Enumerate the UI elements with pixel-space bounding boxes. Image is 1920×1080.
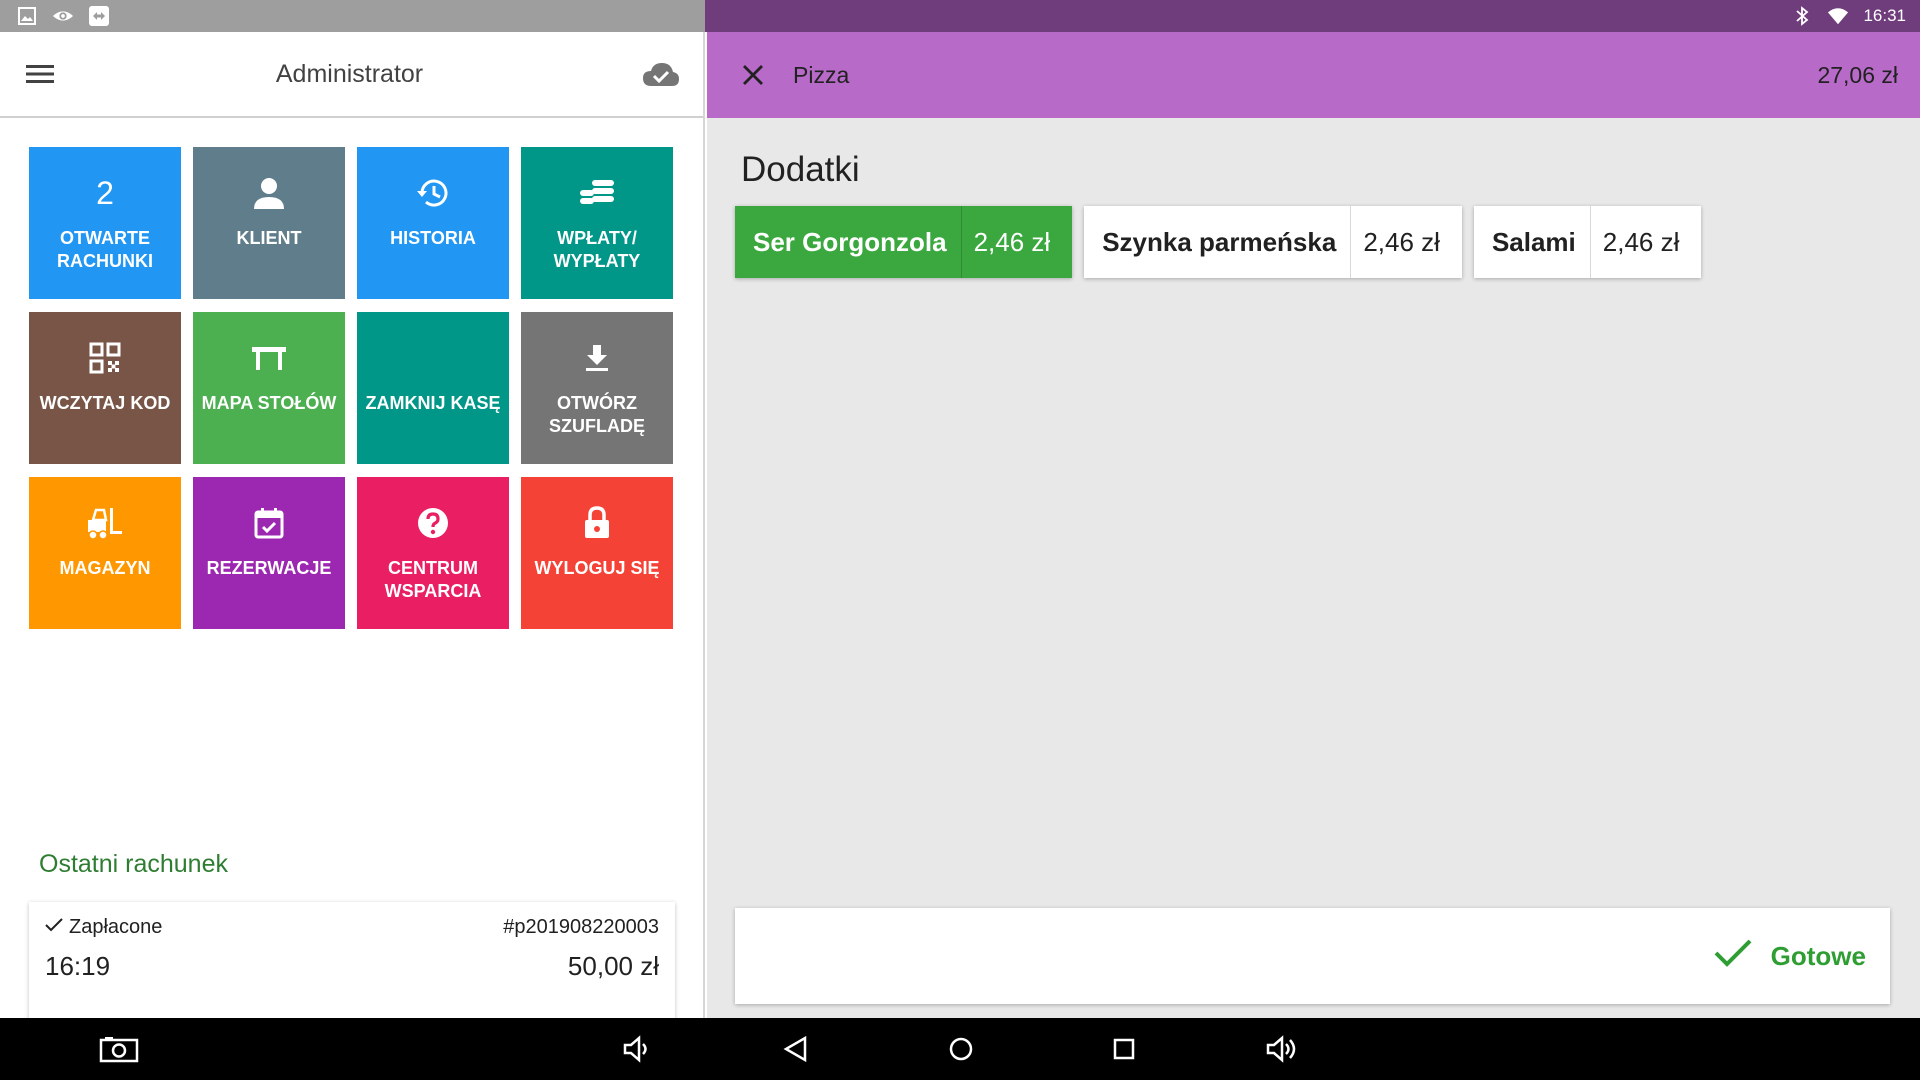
paid-status-label: Zapłacone	[69, 916, 163, 938]
tile-label: WCZYTAJ KOD	[39, 393, 171, 413]
right-header: Pizza 27,06 zł	[707, 32, 1920, 118]
addon-price: 2,46 zł	[960, 206, 1073, 278]
tile-open-drawer[interactable]: OTWÓRZ SZUFLADĘ	[521, 312, 673, 464]
addons-section-title: Dodatki	[741, 150, 860, 189]
check-icon	[45, 916, 63, 939]
table-icon	[251, 338, 287, 378]
left-panel: Administrator 2 OTWARTE RACHUNKI KLIENT …	[0, 32, 705, 1034]
tile-warehouse[interactable]: MAGAZYN	[29, 477, 181, 629]
download-icon	[583, 338, 611, 378]
close-icon[interactable]	[735, 57, 771, 93]
menu-icon[interactable]	[26, 58, 58, 90]
open-bills-count: 2	[96, 175, 114, 211]
tile-label: REZERWACJE	[206, 558, 332, 578]
coins-icon	[578, 173, 616, 213]
paid-status: Zapłacone	[45, 916, 162, 939]
addon-option[interactable]: Szynka parmeńska 2,46 zł	[1084, 206, 1462, 278]
tile-label: OTWARTE RACHUNKI	[57, 228, 153, 271]
last-bill-section-title: Ostatni rachunek	[39, 850, 228, 878]
person-icon	[252, 173, 286, 213]
product-total: 27,06 zł	[1817, 61, 1898, 88]
image-icon	[16, 5, 38, 27]
tile-label: OTWÓRZ SZUFLADĘ	[549, 393, 645, 436]
addon-name: Szynka parmeńska	[1102, 226, 1337, 257]
navigation-bar	[0, 1018, 1920, 1080]
tile-label: WYLOGUJ SIĘ	[534, 558, 660, 578]
tile-label: MAGAZYN	[59, 558, 151, 578]
volume-up-icon[interactable]	[1255, 1018, 1311, 1080]
eye-icon	[52, 5, 74, 27]
tile-reservations[interactable]: REZERWACJE	[193, 477, 345, 629]
right-panel: Pizza 27,06 zł Dodatki Ser Gorgonzola 2,…	[707, 32, 1920, 1018]
volume-down-icon[interactable]	[610, 1018, 666, 1080]
home-icon[interactable]	[933, 1018, 989, 1080]
addon-price: 2,46 zł	[1589, 206, 1702, 278]
addon-options: Ser Gorgonzola 2,46 zł Szynka parmeńska …	[735, 206, 1702, 278]
tile-client[interactable]: KLIENT	[193, 147, 345, 299]
tile-history[interactable]: HISTORIA	[357, 147, 509, 299]
addon-option[interactable]: Ser Gorgonzola 2,46 zł	[735, 206, 1073, 278]
tile-close-register[interactable]: ZAMKNIJ KASĘ	[357, 312, 509, 464]
back-icon[interactable]	[768, 1018, 824, 1080]
addon-option[interactable]: Salami 2,46 zł	[1473, 206, 1702, 278]
tile-label: KLIENT	[236, 228, 302, 248]
tile-label: WPŁATY/ WYPŁATY	[553, 228, 641, 271]
left-header-title: Administrator	[275, 59, 424, 88]
done-button[interactable]: Gotowe	[1713, 938, 1866, 975]
calendar-check-icon	[254, 503, 284, 543]
tile-label: HISTORIA	[390, 228, 476, 248]
done-button-label: Gotowe	[1770, 940, 1866, 971]
bill-number: #p201908220003	[503, 916, 659, 938]
tile-scan-code[interactable]: WCZYTAJ KOD	[29, 312, 181, 464]
recent-apps-icon[interactable]	[1096, 1018, 1152, 1080]
tile-payments[interactable]: WPŁATY/ WYPŁATY	[521, 147, 673, 299]
product-title: Pizza	[793, 61, 850, 88]
wifi-icon	[1827, 5, 1849, 27]
forklift-icon	[86, 503, 124, 543]
lock-icon	[583, 503, 611, 543]
qr-code-icon	[89, 338, 121, 378]
status-time: 16:31	[1863, 6, 1906, 25]
left-header: Administrator	[0, 32, 703, 118]
screenshot-icon[interactable]	[91, 1018, 147, 1080]
status-bar-right: 16:31	[705, 0, 1920, 32]
action-tiles-grid: 2 OTWARTE RACHUNKI KLIENT HISTORIA WPŁAT…	[29, 147, 673, 629]
addon-name: Salami	[1491, 226, 1576, 257]
tile-support[interactable]: CENTRUM WSPARCIA	[357, 477, 509, 629]
remote-icon	[88, 5, 110, 27]
checkmark-icon	[1713, 938, 1753, 975]
history-icon	[416, 173, 450, 213]
status-bar: 16:31	[0, 0, 1920, 32]
last-bill-card[interactable]: Zapłacone #p201908220003 16:19 50,00 zł	[29, 902, 675, 1034]
addon-price: 2,46 zł	[1350, 206, 1462, 278]
bill-amount: 50,00 zł	[567, 951, 659, 981]
addon-name: Ser Gorgonzola	[753, 226, 947, 257]
status-bar-left	[0, 0, 705, 32]
cloud-sync-icon[interactable]	[641, 54, 681, 94]
tile-table-map[interactable]: MAPA STOŁÓW	[193, 312, 345, 464]
tile-label: CENTRUM WSPARCIA	[384, 558, 482, 601]
tile-open-bills[interactable]: 2 OTWARTE RACHUNKI	[29, 147, 181, 299]
help-icon	[417, 503, 449, 543]
bill-time: 16:19	[45, 951, 111, 981]
footer-card: Gotowe	[735, 908, 1890, 1004]
tile-label: ZAMKNIJ KASĘ	[365, 393, 501, 413]
tile-label: MAPA STOŁÓW	[201, 393, 337, 413]
bluetooth-icon	[1791, 5, 1813, 27]
tile-logout[interactable]: WYLOGUJ SIĘ	[521, 477, 673, 629]
